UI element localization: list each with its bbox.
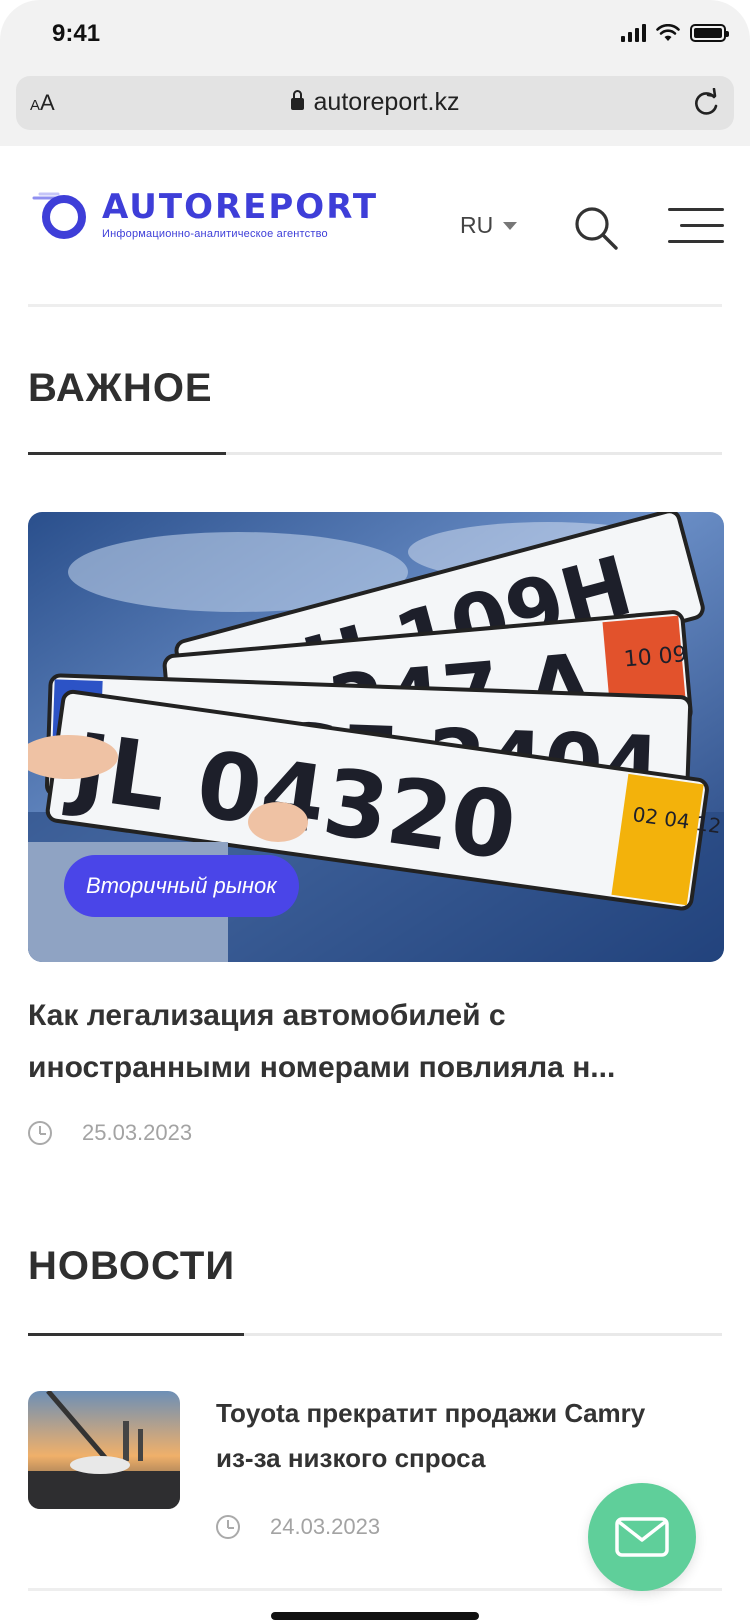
section-underline (28, 452, 722, 455)
mail-icon (615, 1517, 669, 1557)
status-bar: 9:41 (0, 0, 750, 70)
lock-icon (290, 90, 304, 110)
chevron-down-icon (503, 221, 518, 230)
news-thumbnail-image (28, 1391, 180, 1509)
section-title-important: ВАЖНОЕ (28, 366, 213, 410)
clock-icon (28, 1121, 52, 1145)
url-text: autoreport.kz (313, 88, 460, 116)
logo-tagline: Информационно-аналитическое агентство (102, 228, 328, 240)
header-divider (28, 304, 722, 307)
menu-icon[interactable] (668, 204, 724, 248)
news-item-meta: 24.03.2023 (216, 1514, 380, 1540)
status-time: 9:41 (52, 20, 101, 47)
status-icons (621, 24, 729, 42)
browser-chrome: 9:41 AA autoreport.kz (0, 0, 750, 146)
news-item-thumbnail[interactable] (28, 1391, 180, 1509)
section-title-news: НОВОСТИ (28, 1244, 236, 1288)
news-item-date: 24.03.2023 (270, 1514, 381, 1539)
logo-mark-icon (32, 192, 86, 239)
news-divider (28, 1588, 722, 1591)
contact-button[interactable] (588, 1483, 696, 1591)
wifi-icon (656, 24, 680, 41)
clock-icon (216, 1515, 240, 1539)
logo-name: AUTOREPORT (102, 187, 379, 227)
site-header: AUTOREPORT Информационно-аналитическое а… (28, 190, 724, 260)
language-label: RU (460, 212, 494, 238)
language-selector[interactable]: RU (460, 212, 518, 239)
logo[interactable]: AUTOREPORT Информационно-аналитическое а… (28, 190, 378, 242)
section-underline (28, 1333, 722, 1336)
category-badge[interactable]: Вторичный рынок (64, 855, 299, 917)
featured-article-title[interactable]: Как легализация автомобилей с иностранны… (28, 990, 722, 1094)
home-indicator[interactable] (271, 1612, 479, 1620)
reload-icon[interactable] (692, 88, 720, 118)
featured-article-date: 25.03.2023 (82, 1120, 193, 1145)
featured-article-meta: 25.03.2023 (28, 1120, 192, 1146)
battery-icon (690, 24, 729, 42)
signal-icon (621, 24, 646, 42)
url-field[interactable]: autoreport.kz (16, 88, 734, 117)
news-item-title[interactable]: Toyota прекратит продажи Camry из-за низ… (216, 1391, 686, 1481)
search-icon[interactable] (572, 204, 622, 252)
url-bar[interactable]: AA autoreport.kz (16, 76, 734, 130)
